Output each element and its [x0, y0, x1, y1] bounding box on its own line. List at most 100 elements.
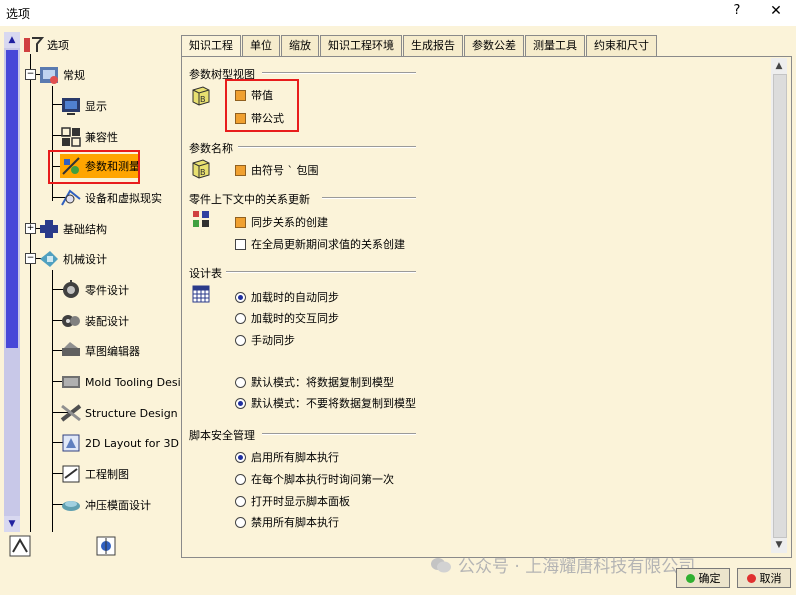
assembly-design-icon	[62, 315, 80, 327]
option-surrounded-by-symbol[interactable]: 由符号 ` 包围	[235, 162, 319, 178]
tab-measure-tools[interactable]: 测量工具	[525, 35, 585, 56]
show-panel-radio[interactable]	[235, 495, 246, 507]
help-button[interactable]: ?	[728, 3, 746, 21]
enable-all-radio[interactable]	[235, 451, 246, 463]
general-icon	[40, 67, 58, 84]
tree-item-structure-design[interactable]: Structure Design	[60, 400, 178, 426]
tree-item-devices-vr[interactable]: 设备和虚拟现实	[60, 185, 162, 211]
group-divider	[322, 197, 416, 199]
tree-item-options[interactable]: 选项	[22, 32, 69, 58]
option-show-script-panel[interactable]: 打开时显示脚本面板	[235, 493, 350, 509]
tab-knowledge[interactable]: 知识工程	[181, 35, 241, 58]
global-update-checkbox[interactable]	[235, 238, 246, 250]
option-default-nocopy[interactable]: 默认模式：不要将数据复制到模型	[235, 395, 416, 411]
tree-item-label: 草图编辑器	[85, 345, 140, 358]
option-interactive-sync[interactable]: 加载时的交互同步	[235, 310, 339, 326]
collapse-mechanical-icon[interactable]: −	[25, 253, 36, 264]
option-label: 启用所有脚本执行	[251, 451, 339, 464]
scroll-up-icon[interactable]: ▲	[771, 58, 787, 74]
interactive-sync-radio[interactable]	[235, 312, 246, 324]
reset-options-icon[interactable]	[94, 534, 118, 558]
option-sync-relations[interactable]: 同步关系的创建	[235, 214, 328, 230]
option-manual-sync[interactable]: 手动同步	[235, 332, 295, 348]
option-default-copy[interactable]: 默认模式：将数据复制到模型	[235, 374, 394, 390]
tree-scrollbar[interactable]: ▲ ▼	[4, 32, 20, 532]
tree-item-label: 常规	[63, 69, 85, 82]
tab-constraints-dimensions[interactable]: 约束和尺寸	[586, 35, 657, 56]
tab-param-tolerance[interactable]: 参数公差	[464, 35, 524, 56]
devices-vr-icon	[61, 189, 81, 206]
tree-item-general[interactable]: 常规	[38, 62, 85, 88]
watermark: 公众号 · 上海耀唐科技有限公司	[430, 552, 695, 577]
option-disable-all-scripts[interactable]: 禁用所有脚本执行	[235, 514, 339, 530]
option-global-update-relations[interactable]: 在全局更新期间求值的关系创建	[235, 236, 405, 252]
tree-item-label: 机械设计	[63, 253, 107, 266]
disable-all-radio[interactable]	[235, 516, 246, 528]
panel-scrollbar[interactable]: ▲ ▼	[771, 58, 787, 553]
surrounded-checkbox[interactable]	[235, 164, 246, 176]
option-ask-first[interactable]: 在每个脚本执行时询问第一次	[235, 471, 394, 487]
options-root-icon	[24, 37, 44, 52]
ask-first-radio[interactable]	[235, 473, 246, 485]
tree-item-2d-layout[interactable]: 2D Layout for 3D Des	[60, 430, 180, 456]
tree-item-display[interactable]: 显示	[60, 93, 107, 119]
mechanical-design-icon	[40, 251, 58, 267]
manual-sync-radio[interactable]	[235, 334, 246, 346]
tools-options-icon[interactable]	[8, 534, 32, 558]
cancel-icon	[746, 573, 756, 583]
group-divider	[262, 433, 416, 435]
tree-item-drafting[interactable]: 工程制图	[60, 461, 129, 487]
panel-scroll-thumb[interactable]	[773, 74, 787, 538]
tree-item-label: Structure Design	[85, 406, 178, 420]
tree-scroll-thumb[interactable]	[6, 50, 18, 348]
option-enable-all-scripts[interactable]: 启用所有脚本执行	[235, 449, 339, 465]
scroll-down-icon[interactable]: ▼	[4, 516, 20, 532]
tree-item-label: 工程制图	[85, 468, 129, 481]
ok-icon	[685, 573, 695, 583]
sync-relations-checkbox[interactable]	[235, 216, 246, 228]
ok-button[interactable]: 确定	[676, 568, 730, 588]
tab-scale[interactable]: 缩放	[281, 35, 319, 56]
group-title-param-name: 参数名称	[189, 142, 233, 155]
tab-knowledge-env[interactable]: 知识工程环境	[320, 35, 402, 56]
option-label: 默认模式：不要将数据复制到模型	[251, 397, 416, 410]
close-button[interactable]: ✕	[766, 3, 786, 21]
tree-item-label: 2D Layout for 3D Des	[85, 436, 180, 450]
default-copy-radio[interactable]	[235, 376, 246, 388]
auto-sync-radio[interactable]	[235, 291, 246, 303]
option-label: 由符号 ` 包围	[251, 164, 319, 177]
cancel-button[interactable]: 取消	[737, 568, 791, 588]
tree-item-infrastructure[interactable]: 基础结构	[38, 216, 107, 242]
default-nocopy-radio[interactable]	[235, 397, 246, 409]
tree-item-mechanical-design[interactable]: 机械设计	[38, 246, 107, 272]
tree-item-part-design[interactable]: 零件设计	[60, 277, 129, 303]
2d-layout-icon	[62, 434, 80, 452]
watermark-text: 公众号 · 上海耀唐科技有限公司	[458, 557, 696, 577]
collapse-general-icon[interactable]: −	[25, 69, 36, 80]
structure-design-icon	[60, 404, 82, 422]
relations-icon	[193, 211, 209, 227]
group-divider	[262, 72, 416, 74]
tree-item-label: 基础结构	[63, 223, 107, 236]
option-auto-sync[interactable]: 加载时的自动同步	[235, 289, 339, 305]
group-title-script-security: 脚本安全管理	[189, 429, 255, 442]
tree-item-sketcher[interactable]: 草图编辑器	[60, 338, 140, 364]
tree-item-label: 零件设计	[85, 284, 129, 297]
option-label: 禁用所有脚本执行	[251, 516, 339, 529]
cancel-label: 取消	[759, 572, 782, 585]
scroll-down-icon[interactable]: ▼	[771, 537, 787, 553]
tab-report-generation[interactable]: 生成报告	[403, 35, 463, 56]
group-divider	[238, 146, 416, 148]
expand-infrastructure-icon[interactable]: +	[25, 223, 36, 234]
tree-item-die-face[interactable]: 冲压模面设计	[60, 492, 151, 518]
option-label: 加载时的自动同步	[251, 291, 339, 304]
tree-item-mold-tooling[interactable]: Mold Tooling Design	[60, 369, 180, 395]
tree-item-assembly-design[interactable]: 装配设计	[60, 308, 129, 334]
ok-label: 确定	[698, 572, 721, 585]
tree-item-compatibility[interactable]: 兼容性	[60, 124, 118, 150]
tree-item-label: 装配设计	[85, 315, 129, 328]
option-label: 默认模式：将数据复制到模型	[251, 376, 394, 389]
svg-text:B: B	[200, 168, 206, 177]
scroll-up-icon[interactable]: ▲	[4, 32, 20, 48]
tab-units[interactable]: 单位	[242, 35, 280, 56]
